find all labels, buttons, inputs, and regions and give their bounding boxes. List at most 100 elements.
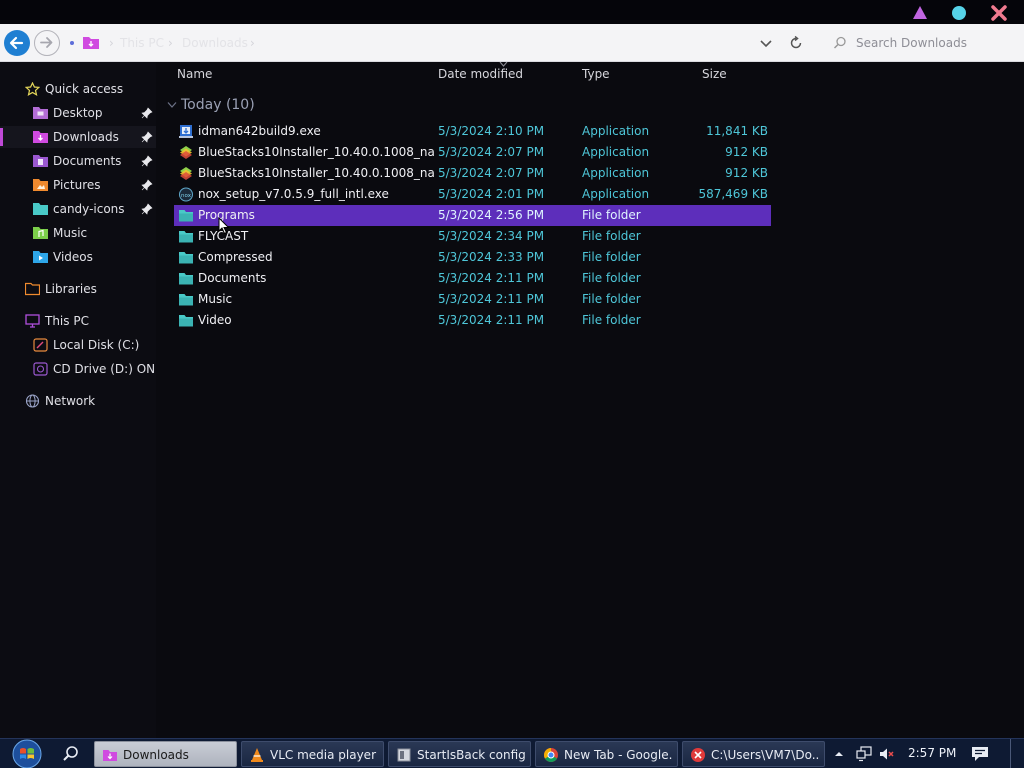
column-header-type[interactable]: Type xyxy=(582,67,610,81)
file-size: 587,469 KB xyxy=(698,187,768,201)
star-icon xyxy=(25,82,40,96)
show-desktop-button[interactable] xyxy=(1010,739,1024,768)
minimize-icon[interactable] xyxy=(912,5,928,21)
group-header-today[interactable]: Today (10) xyxy=(181,97,255,113)
sidebar-item-pictures[interactable]: Pictures xyxy=(0,174,156,196)
notification-icon[interactable] xyxy=(971,746,989,762)
file-row[interactable]: Music 5/3/2024 2:11 PM File folder xyxy=(174,289,771,310)
breadcrumb-separator: › xyxy=(250,36,255,50)
file-date: 5/3/2024 2:07 PM xyxy=(438,166,545,180)
taskbar-button-startisback[interactable]: StartIsBack config... xyxy=(388,741,531,767)
file-name: BlueStacks10Installer_10.40.0.1008_nativ… xyxy=(198,145,434,159)
forward-button[interactable] xyxy=(34,30,60,56)
file-type: File folder xyxy=(582,271,641,285)
nav-label: Network xyxy=(45,394,96,408)
folder-icon xyxy=(179,210,193,222)
breadcrumb-separator: › xyxy=(168,36,173,50)
sidebar-item-cd-drive[interactable]: CD Drive (D:) ONE_I xyxy=(0,358,156,380)
file-row[interactable]: BlueStacks10Installer_10.40.0.1008_nativ… xyxy=(174,142,771,163)
file-date: 5/3/2024 2:33 PM xyxy=(438,250,545,264)
taskbar-label: StartIsBack config... xyxy=(417,748,525,762)
close-icon[interactable] xyxy=(991,5,1007,21)
breadcrumb-downloads[interactable]: Downloads xyxy=(182,36,248,50)
pin-icon[interactable] xyxy=(141,179,153,191)
computer-icon xyxy=(25,314,40,328)
taskbar-button-chrome[interactable]: New Tab - Google... xyxy=(535,741,678,767)
maximize-icon[interactable] xyxy=(951,5,967,21)
bluestacks-app-icon xyxy=(180,146,192,159)
chrome-icon xyxy=(544,748,558,762)
pin-icon[interactable] xyxy=(141,203,153,215)
pin-icon[interactable] xyxy=(141,131,153,143)
volume-muted-icon[interactable] xyxy=(878,746,895,762)
taskbar-button-downloads[interactable]: Downloads xyxy=(94,741,237,767)
file-name: Documents xyxy=(198,271,267,285)
nav-label: This PC xyxy=(45,314,89,328)
sidebar-item-local-disk[interactable]: Local Disk (C:) xyxy=(0,334,156,356)
refresh-icon[interactable] xyxy=(788,35,804,51)
desktop-folder-icon xyxy=(33,107,48,119)
file-row[interactable]: BlueStacks10Installer_10.40.0.1008_nativ… xyxy=(174,163,771,184)
pin-icon[interactable] xyxy=(141,155,153,167)
sidebar-item-candy-icons[interactable]: candy-icons xyxy=(0,198,156,220)
folder-icon xyxy=(179,252,193,264)
nav-label: Videos xyxy=(53,250,93,264)
sidebar-item-downloads[interactable]: Downloads xyxy=(0,126,156,148)
taskbar-button-vlc[interactable]: VLC media player ... xyxy=(241,741,384,767)
network-tray-icon[interactable] xyxy=(856,746,873,762)
sidebar-item-music[interactable]: Music xyxy=(0,222,156,244)
network-globe-icon xyxy=(25,394,40,408)
sidebar-item-documents[interactable]: Documents xyxy=(0,150,156,172)
file-row[interactable]: Video 5/3/2024 2:11 PM File folder xyxy=(174,310,771,331)
file-row[interactable]: Documents 5/3/2024 2:11 PM File folder xyxy=(174,268,771,289)
nav-libraries[interactable]: Libraries xyxy=(0,278,156,300)
taskbar-button-cmd[interactable]: C:\Users\VM7\Do... xyxy=(682,741,825,767)
file-name: Music xyxy=(198,292,233,306)
group-collapse-icon[interactable] xyxy=(167,101,177,109)
back-button[interactable] xyxy=(4,30,30,56)
nav-this-pc[interactable]: This PC xyxy=(0,310,156,332)
file-row-selected[interactable]: Programs 5/3/2024 2:56 PM File folder xyxy=(174,205,771,226)
start-orb-icon[interactable] xyxy=(10,739,44,768)
file-date: 5/3/2024 2:11 PM xyxy=(438,292,545,306)
column-header-date[interactable]: Date modified xyxy=(438,67,523,81)
file-name: Programs xyxy=(198,208,255,222)
folder-icon xyxy=(179,273,193,285)
pin-icon[interactable] xyxy=(141,107,153,119)
file-size: 912 KB xyxy=(725,166,768,180)
explorer-screen: This PC › › Downloads › Quick access Des… xyxy=(0,0,1024,768)
file-type: File folder xyxy=(582,250,641,264)
folder-icon xyxy=(179,231,193,243)
nav-quick-access[interactable]: Quick access xyxy=(0,78,156,100)
sidebar-item-videos[interactable]: Videos xyxy=(0,246,156,268)
file-row[interactable]: FLYCAST 5/3/2024 2:34 PM File folder xyxy=(174,226,771,247)
nav-label: CD Drive (D:) ONE_I xyxy=(53,362,156,376)
column-header-name[interactable]: Name xyxy=(177,67,212,81)
breadcrumb-this-pc[interactable]: This PC xyxy=(120,36,164,50)
idm-app-icon xyxy=(179,125,193,138)
sidebar-item-desktop[interactable]: Desktop xyxy=(0,102,156,124)
nav-label: Music xyxy=(53,226,88,240)
folder-icon xyxy=(33,203,48,215)
arrow-right-icon xyxy=(40,37,53,48)
column-header-size[interactable]: Size xyxy=(702,67,727,81)
nav-label: Downloads xyxy=(53,130,119,144)
taskbar-search-icon[interactable] xyxy=(60,745,82,763)
file-row[interactable]: nox nox_setup_v7.0.5.9_full_intl.exe 5/3… xyxy=(174,184,771,205)
tray-overflow-icon[interactable] xyxy=(834,749,844,759)
arrow-left-icon xyxy=(9,36,24,50)
file-row[interactable]: Compressed 5/3/2024 2:33 PM File folder xyxy=(174,247,771,268)
chevron-down-icon[interactable] xyxy=(758,35,774,51)
file-type: File folder xyxy=(582,229,641,243)
libraries-icon xyxy=(25,282,40,296)
search-input[interactable] xyxy=(852,31,1020,55)
file-row[interactable]: idman642build9.exe 5/3/2024 2:10 PM Appl… xyxy=(174,121,771,142)
tray-clock[interactable]: 2:57 PM xyxy=(908,746,956,760)
nav-network[interactable]: Network xyxy=(0,390,156,412)
folder-icon xyxy=(179,294,193,306)
navigation-pane: Quick access Desktop Downloads Documents… xyxy=(0,62,156,738)
file-date: 5/3/2024 2:01 PM xyxy=(438,187,545,201)
cmd-error-icon xyxy=(691,748,705,762)
title-bar xyxy=(0,0,1024,24)
vlc-icon xyxy=(251,748,263,762)
